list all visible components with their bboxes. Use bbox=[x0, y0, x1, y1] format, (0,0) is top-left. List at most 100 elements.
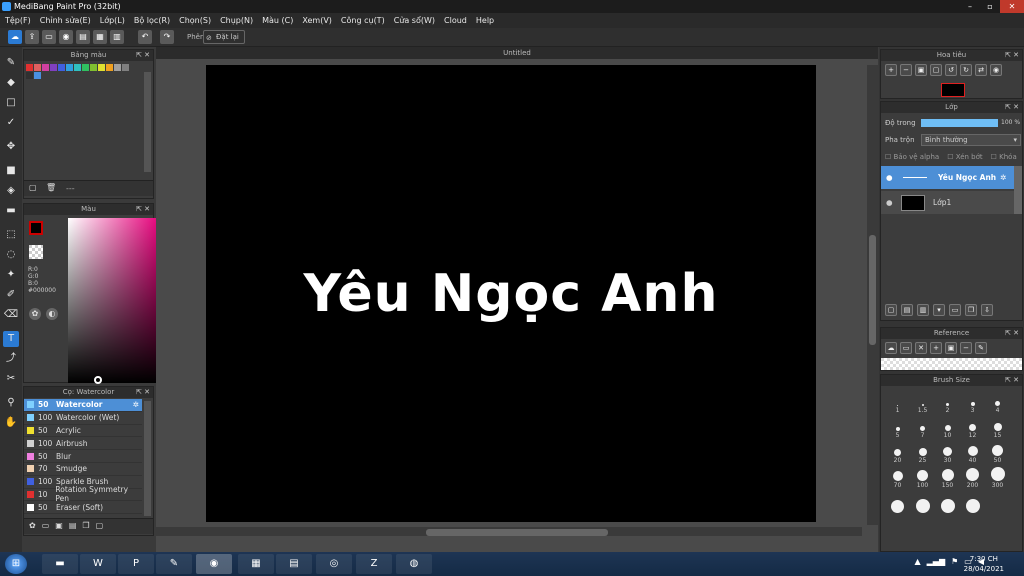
brush-item[interactable]: 50 Blur bbox=[24, 450, 142, 463]
redo-icon[interactable]: ↷ bbox=[160, 30, 174, 44]
chrome-icon[interactable]: ◍ bbox=[396, 554, 432, 574]
hand-tool-icon[interactable]: ✋ bbox=[3, 415, 19, 431]
undo-icon[interactable]: ↶ bbox=[138, 30, 152, 44]
panel-controls[interactable]: ⇱ ✕ bbox=[1005, 50, 1019, 61]
menu-edit[interactable]: Chỉnh sửa(E) bbox=[40, 13, 91, 28]
brush-size-option[interactable]: 4 bbox=[985, 391, 1010, 414]
menu-view[interactable]: Xem(V) bbox=[302, 13, 332, 28]
new-8bit-layer-icon[interactable]: ▥ bbox=[917, 304, 929, 316]
blend-mode-select[interactable]: Bình thường ▾ bbox=[921, 134, 1021, 146]
lasso-icon[interactable]: ◌ bbox=[3, 247, 19, 263]
comment-icon[interactable]: ▭ bbox=[42, 30, 56, 44]
merge-layer-icon[interactable]: ⇩ bbox=[981, 304, 993, 316]
secondary-color[interactable] bbox=[29, 245, 43, 259]
palette-scrollbar[interactable] bbox=[144, 72, 151, 172]
canvas-vertical-scrollbar[interactable] bbox=[867, 65, 878, 525]
flag-icon[interactable]: ⚑ bbox=[951, 557, 958, 566]
eyedropper-icon[interactable]: ✎ bbox=[975, 342, 987, 354]
paint-icon[interactable]: ✎ bbox=[156, 554, 192, 574]
reset-button[interactable]: ⊘ Đặt lại bbox=[203, 30, 245, 44]
primary-color[interactable] bbox=[29, 221, 43, 235]
cloud-open-icon[interactable]: ☁ bbox=[885, 342, 897, 354]
panel-controls[interactable]: ⇱ ✕ bbox=[136, 204, 150, 215]
actual-size-icon[interactable]: ▢ bbox=[930, 64, 942, 76]
brush-item[interactable]: 100 Airbrush bbox=[24, 437, 142, 451]
chat-icon[interactable]: ◉ bbox=[59, 30, 73, 44]
layer-scrollbar[interactable] bbox=[1014, 166, 1022, 214]
brush-size-option[interactable]: 25 bbox=[910, 441, 935, 464]
color-swatch[interactable] bbox=[74, 64, 81, 71]
fill-rect-icon[interactable]: ■ bbox=[3, 163, 19, 179]
color-swatch[interactable] bbox=[106, 64, 113, 71]
brush-menu-icon[interactable]: ▣ bbox=[55, 521, 63, 532]
select-eraser-icon[interactable]: ⌫ bbox=[3, 307, 19, 323]
printer-icon[interactable]: ▤ bbox=[276, 554, 312, 574]
navigator-preview[interactable] bbox=[941, 83, 965, 97]
powerpoint-icon[interactable]: P bbox=[118, 554, 154, 574]
add-layer-menu-icon[interactable]: ▾ bbox=[933, 304, 945, 316]
minimize-button[interactable]: – bbox=[960, 0, 980, 13]
brush-size-option[interactable]: 1.5 bbox=[910, 391, 935, 414]
word-icon[interactable]: W bbox=[80, 554, 116, 574]
duplicate-brush-icon[interactable]: ❐ bbox=[82, 521, 89, 532]
menu-cloud[interactable]: Cloud bbox=[444, 13, 467, 28]
canvas-horizontal-scrollbar[interactable] bbox=[156, 527, 862, 536]
brush-size-option[interactable] bbox=[935, 491, 960, 514]
color-swatch[interactable] bbox=[50, 64, 57, 71]
brush-item[interactable]: 100 Watercolor (Wet) bbox=[24, 412, 142, 425]
grid-icon[interactable]: ▥ bbox=[110, 30, 124, 44]
fit-icon[interactable]: ▣ bbox=[915, 64, 927, 76]
menu-layer[interactable]: Lớp(L) bbox=[100, 13, 125, 28]
brush-size-option[interactable]: 100 bbox=[910, 466, 935, 489]
panel-controls[interactable]: ⇱ ✕ bbox=[1005, 328, 1019, 339]
bucket-tool-icon[interactable]: ◈ bbox=[3, 183, 19, 199]
medibang-icon[interactable]: ◉ bbox=[196, 554, 232, 574]
magic-wand-icon[interactable]: ✦ bbox=[3, 267, 19, 283]
folder-icon[interactable]: ▭ bbox=[42, 521, 50, 532]
brush-item[interactable]: 50 Watercolor ✲ bbox=[24, 399, 142, 412]
brush-item[interactable]: 70 Smudge bbox=[24, 463, 142, 476]
calculator-icon[interactable]: ▦ bbox=[238, 554, 274, 574]
move-tool-icon[interactable]: ✥ bbox=[3, 139, 19, 155]
zalo-icon[interactable]: Z bbox=[356, 554, 392, 574]
color-picker-handle[interactable] bbox=[94, 376, 102, 384]
menu-filter[interactable]: Bộ lọc(R) bbox=[134, 13, 170, 28]
delete-brush-icon[interactable]: ▢ bbox=[96, 521, 104, 532]
color-swatch[interactable] bbox=[34, 72, 41, 79]
color-swatch[interactable] bbox=[98, 64, 105, 71]
lock-checkbox[interactable]: ☐ Khóa bbox=[991, 153, 1017, 161]
brush-size-option[interactable]: 12 bbox=[960, 416, 985, 439]
color-swatch[interactable] bbox=[82, 64, 89, 71]
brush-size-option[interactable]: 1 bbox=[885, 391, 910, 414]
brush-size-option[interactable]: 200 bbox=[960, 466, 985, 489]
brush-size-option[interactable]: 5 bbox=[885, 416, 910, 439]
color-swatch[interactable] bbox=[34, 64, 41, 71]
brush-size-option[interactable]: 2 bbox=[935, 391, 960, 414]
rotate-right-icon[interactable]: ↻ bbox=[960, 64, 972, 76]
zoom-out-icon[interactable]: − bbox=[960, 342, 972, 354]
brush-size-option[interactable]: 20 bbox=[885, 441, 910, 464]
zoom-in-icon[interactable]: + bbox=[885, 64, 897, 76]
flip-icon[interactable]: ⇄ bbox=[975, 64, 987, 76]
brush-scrollbar[interactable] bbox=[144, 401, 151, 516]
add-brush-icon[interactable]: ✿ bbox=[29, 521, 36, 532]
gradient-tool-icon[interactable]: ▬ bbox=[3, 203, 19, 219]
folder-open-icon[interactable]: ▭ bbox=[900, 342, 912, 354]
brush-size-option[interactable] bbox=[960, 491, 985, 514]
menu-help[interactable]: Help bbox=[476, 13, 494, 28]
layer-row[interactable]: ● Lớp1 bbox=[881, 191, 1016, 214]
color-swatch[interactable] bbox=[26, 64, 33, 71]
operation-tool-icon[interactable]: ⤴ bbox=[3, 351, 19, 367]
cloud-icon[interactable]: ☁ bbox=[8, 30, 22, 44]
brush-size-option[interactable]: 10 bbox=[935, 416, 960, 439]
export-icon[interactable]: ▦ bbox=[93, 30, 107, 44]
panel-controls[interactable]: ⇱ ✕ bbox=[136, 50, 150, 61]
opacity-slider[interactable] bbox=[921, 119, 998, 127]
menu-window[interactable]: Cửa sổ(W) bbox=[394, 13, 435, 28]
horizontal-scroll-thumb[interactable] bbox=[426, 529, 608, 536]
new-halftone-layer-icon[interactable]: ▤ bbox=[901, 304, 913, 316]
clipping-checkbox[interactable]: ☐ Xén bớt bbox=[947, 153, 982, 161]
brush-size-option[interactable]: 40 bbox=[960, 441, 985, 464]
brush-size-option[interactable]: 70 bbox=[885, 466, 910, 489]
layer-row[interactable]: ● Yêu Ngọc Anh ✲ bbox=[881, 166, 1016, 189]
